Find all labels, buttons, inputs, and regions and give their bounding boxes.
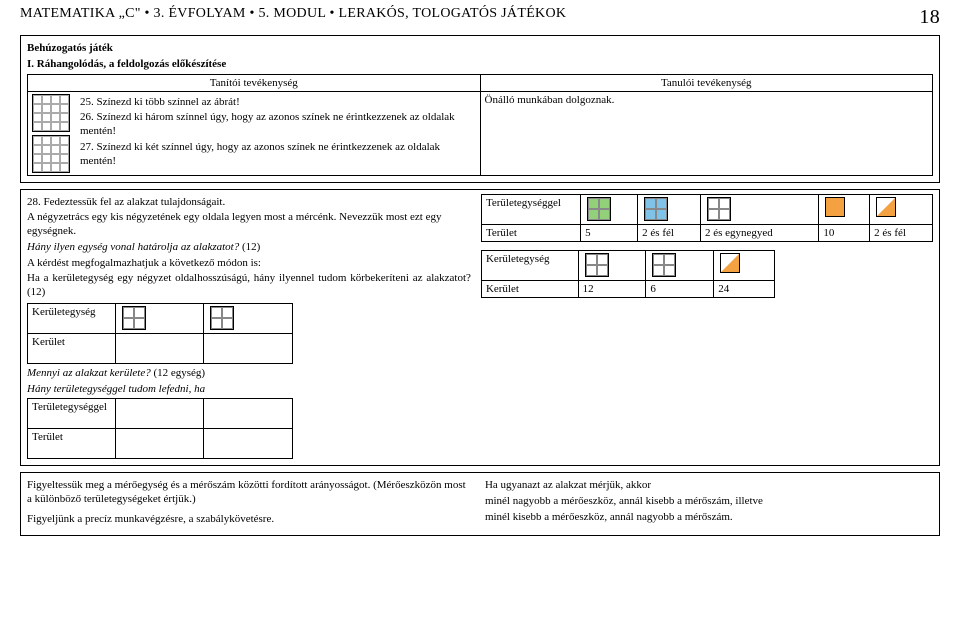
r-shape-b bbox=[646, 250, 714, 280]
r-row1-label: Területegységgel bbox=[481, 194, 580, 224]
r-v4: 2 és fél bbox=[870, 224, 933, 241]
s3-r2: minél nagyobb a mérőeszköz, annál kisebb… bbox=[485, 495, 933, 509]
r-shape-a bbox=[578, 250, 646, 280]
grid-figure-2 bbox=[32, 135, 70, 173]
task-25: 25. Színezd ki több színnel az ábrát! bbox=[80, 96, 476, 110]
r-row3-label: Kerületegység bbox=[481, 250, 578, 280]
left-ter-label: Terület bbox=[28, 429, 116, 459]
r-v1: 2 és fél bbox=[638, 224, 701, 241]
shape-blue bbox=[638, 194, 701, 224]
student-heading: Tanulói tevékenység bbox=[480, 74, 933, 91]
teacher-heading: Tanítói tevékenység bbox=[28, 74, 481, 91]
s2-p3: Hány ilyen egység vonal határolja az ala… bbox=[27, 241, 471, 255]
s3-right: Ha ugyanazt az alakzat mérjük, akkor min… bbox=[485, 477, 933, 528]
right-table-area: Területegységgel Terület 5 2 és fél 2 és… bbox=[481, 194, 933, 242]
student-cell: Önálló munkában dolgoznak. bbox=[480, 91, 933, 175]
left-ker-egyseg-label: Kerületegység bbox=[28, 303, 116, 333]
s2-p2: A négyzetrács egy kis négyzetének egy ol… bbox=[27, 211, 471, 239]
s2-p3i: Hány ilyen egység vonal határolja az ala… bbox=[27, 241, 239, 253]
page-number: 18 bbox=[919, 6, 940, 29]
section-subtitle: I. Ráhangolódás, a feldolgozás előkészít… bbox=[27, 58, 933, 72]
r-row4-label: Kerület bbox=[481, 280, 578, 297]
shape-orange-tri bbox=[870, 194, 933, 224]
s2-p5: Ha a kerületegység egy négyzet oldalhoss… bbox=[27, 272, 471, 300]
section2-left: 28. Fedeztessük fel az alakzat tulajdons… bbox=[27, 194, 471, 460]
teacher-cell: 25. Színezd ki több színnel az ábrát! 26… bbox=[28, 91, 481, 175]
r-v0: 5 bbox=[581, 224, 638, 241]
right-table-ker: Kerületegység Kerület 12 6 24 bbox=[481, 250, 775, 298]
left-kerulet-label: Kerület bbox=[28, 333, 116, 363]
section2-right: Területegységgel Terület 5 2 és fél 2 és… bbox=[481, 194, 933, 460]
s2-p4: A kérdést megfogalmazhatjuk a következő … bbox=[27, 257, 471, 271]
game-title: Behúzogatós játék bbox=[27, 42, 933, 56]
r-row2-label: Terület bbox=[481, 224, 580, 241]
r-v3: 10 bbox=[819, 224, 870, 241]
shape-2x2-dash bbox=[204, 303, 293, 333]
shape-plain bbox=[700, 194, 818, 224]
s2-p6r: (12 egység) bbox=[151, 367, 205, 379]
s2-p3r: (12) bbox=[239, 241, 260, 253]
s2-p6i: Mennyi az alakzat kerülete? bbox=[27, 367, 151, 379]
r-shape-c bbox=[714, 250, 775, 280]
left-teregy-label: Területegységgel bbox=[28, 399, 116, 429]
s3-l2: Figyeljünk a precíz munkavégzésre, a sza… bbox=[27, 513, 471, 527]
left-terulet-table: Terület bbox=[27, 428, 293, 459]
section-1: Behúzogatós játék I. Ráhangolódás, a fel… bbox=[20, 35, 940, 183]
left-kerulet-table: Kerület bbox=[27, 333, 293, 364]
s3-l1: Figyeltessük meg a mérőegység és a mérős… bbox=[27, 479, 471, 507]
breadcrumb: MATEMATIKA „C" • 3. ÉVFOLYAM • 5. MODUL … bbox=[20, 6, 566, 21]
s3-r1: Ha ugyanazt az alakzat mérjük, akkor bbox=[485, 479, 933, 493]
page-header: MATEMATIKA „C" • 3. ÉVFOLYAM • 5. MODUL … bbox=[20, 6, 940, 29]
s2-p7: Hány területegységgel tudom lefedni, ha bbox=[27, 383, 471, 397]
r-k1: 6 bbox=[646, 280, 714, 297]
grid-figure-1 bbox=[32, 94, 70, 132]
activity-table: Tanítói tevékenység Tanulói tevékenység bbox=[27, 74, 933, 176]
left-ker-egyseg-table: Kerületegység bbox=[27, 303, 293, 334]
task-26: 26. Színezd ki három színnel úgy, hogy a… bbox=[80, 111, 476, 139]
s2-p1: 28. Fedeztessük fel az alakzat tulajdons… bbox=[27, 196, 471, 210]
shape-orange-sq bbox=[819, 194, 870, 224]
section-3: Figyeltessük meg a mérőegység és a mérős… bbox=[20, 472, 940, 535]
section-2: 28. Fedeztessük fel az alakzat tulajdons… bbox=[20, 189, 940, 467]
r-v2: 2 és egynegyed bbox=[700, 224, 818, 241]
shape-2x2 bbox=[115, 303, 204, 333]
shape-green bbox=[581, 194, 638, 224]
r-k0: 12 bbox=[578, 280, 646, 297]
left-teruletegyseg-table: Területegységgel bbox=[27, 398, 293, 429]
s3-left: Figyeltessük meg a mérőegység és a mérős… bbox=[27, 477, 471, 528]
s2-p6: Mennyi az alakzat kerülete? (12 egység) bbox=[27, 367, 471, 381]
task-27: 27. Színezd ki két színnel úgy, hogy az … bbox=[80, 141, 476, 169]
s3-r3: minél kisebb a mérőeszköz, annál nagyobb… bbox=[485, 511, 933, 525]
r-k2: 24 bbox=[714, 280, 775, 297]
